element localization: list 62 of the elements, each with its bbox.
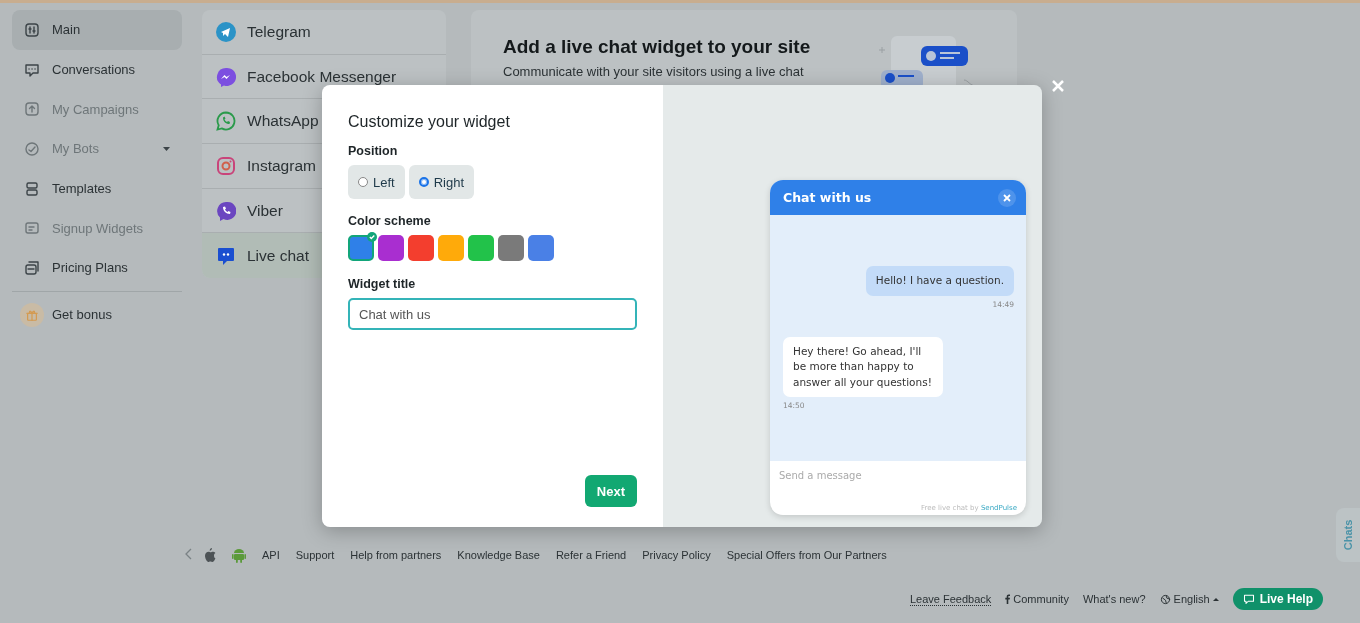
- sidebar-item[interactable]: Get bonus: [12, 294, 182, 335]
- footer-link[interactable]: Support: [295, 549, 335, 561]
- sidebar-item[interactable]: Conversations: [12, 49, 182, 90]
- globe-icon: [1159, 593, 1171, 605]
- message-bubble: Hey there! Go ahead, I'll be more than happy to answer all your questions!: [783, 336, 943, 397]
- check-icon: [367, 232, 377, 242]
- widget-title: Chat with us: [783, 190, 872, 205]
- whats-new-link[interactable]: What's new?: [1082, 593, 1146, 605]
- footer-link[interactable]: API: [262, 549, 280, 561]
- title-input-field[interactable]: Chat with us: [348, 298, 637, 330]
- color-swatch[interactable]: [438, 235, 464, 261]
- layers-icon: [24, 180, 40, 197]
- language-selector[interactable]: English: [1159, 593, 1219, 605]
- close-icon: [1003, 193, 1011, 202]
- caret-icon: [163, 146, 170, 151]
- modal-title: Customize your widget: [348, 113, 511, 131]
- community-link[interactable]: Community: [1005, 593, 1069, 605]
- close-icon[interactable]: [1050, 78, 1066, 94]
- color-swatch[interactable]: [348, 235, 374, 261]
- field-label: Position: [348, 144, 399, 158]
- chat-bubble-icon: [216, 245, 236, 266]
- radio-option[interactable]: Right: [408, 165, 475, 199]
- field-label: Color scheme: [348, 214, 432, 228]
- footer-link[interactable]: Refer a Friend: [555, 549, 627, 561]
- phone-bubble-icon: [216, 200, 236, 221]
- color-swatch[interactable]: [378, 235, 404, 261]
- footer-link[interactable]: Privacy Policy: [642, 549, 711, 561]
- live-help-button[interactable]: Live Help: [1232, 588, 1323, 610]
- close-button[interactable]: [998, 188, 1016, 207]
- sidebar-item[interactable]: Templates: [12, 168, 182, 209]
- card-text: Communicate with your site visitors using a live chat: [503, 64, 805, 79]
- messenger-icon: [216, 66, 236, 87]
- bot-icon: [24, 140, 40, 157]
- camera-icon: [216, 155, 236, 176]
- color-swatch[interactable]: [468, 235, 494, 261]
- chat-bubble-icon: [1242, 593, 1255, 605]
- message-bubble: Hello! I have a question.: [865, 266, 1014, 296]
- card-title: Add a live chat widget to your site: [503, 36, 812, 58]
- radio-option[interactable]: Left: [348, 165, 405, 199]
- color-swatch[interactable]: [528, 235, 554, 261]
- phone-bubble-icon: [216, 111, 236, 132]
- android-icon[interactable]: [232, 547, 246, 563]
- dashboard-icon: [24, 21, 40, 38]
- sidebar-item[interactable]: Pricing Plans: [12, 248, 182, 288]
- caret-icon: [1212, 597, 1219, 601]
- chevron-left-icon[interactable]: [184, 547, 194, 561]
- channel-item[interactable]: Telegram: [202, 10, 446, 55]
- pricing-icon: [24, 259, 40, 276]
- chat-bubble-icon: [24, 61, 40, 78]
- footer-link[interactable]: Knowledge Base: [457, 549, 540, 561]
- form-icon: [24, 220, 40, 237]
- paper-plane-icon: [216, 21, 236, 42]
- color-swatch[interactable]: [408, 235, 434, 261]
- sidebar-item[interactable]: Main: [12, 10, 182, 50]
- upload-icon: [24, 101, 40, 118]
- apple-icon[interactable]: [204, 548, 216, 562]
- feedback-link[interactable]: Leave Feedback: [909, 592, 992, 606]
- footer-link[interactable]: Help from partners: [350, 549, 442, 561]
- color-swatch[interactable]: [498, 235, 524, 261]
- footer-link[interactable]: Special Offers from Our Partners: [726, 549, 887, 561]
- field-label: Widget title: [348, 277, 417, 291]
- facebook-icon: [1005, 594, 1011, 604]
